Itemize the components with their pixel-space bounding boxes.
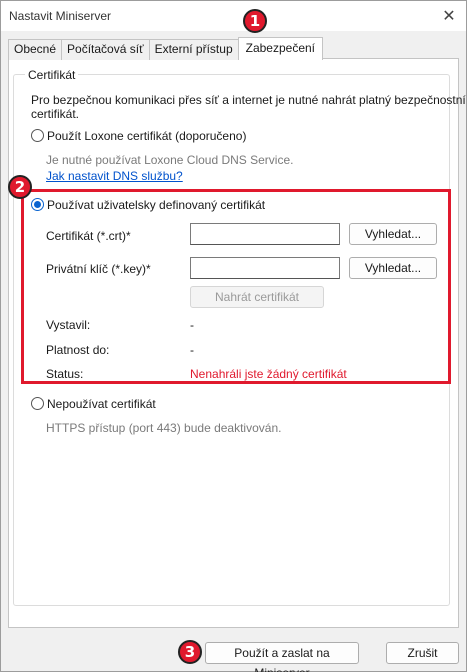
loxone-certificate-label[interactable]: Použít Loxone certifikát (doporučeno) [47,129,246,143]
certificate-file-label: Certifikát (*.crt)* [46,229,131,243]
certificate-group-legend: Certifikát [25,68,79,82]
certificate-file-input[interactable] [190,223,340,245]
window-title: Nastavit Miniserver [9,9,112,23]
custom-certificate-radio[interactable] [31,198,44,211]
annotation-badge-1: 1 [243,9,267,33]
issuer-value: - [190,318,194,332]
apply-send-button[interactable]: Použít a zaslat na Miniserver [205,642,359,672]
issuer-label: Vystavil: [46,318,91,332]
upload-certificate-button[interactable]: Nahrát certifikát [190,286,324,308]
tab-general[interactable]: Obecné [8,39,63,60]
tab-strip: Obecné Počítačová síť Externí přístup Za… [8,37,324,60]
intro-text-line2: certifikát. [31,107,80,121]
loxone-certificate-radio[interactable] [31,129,44,142]
custom-certificate-label[interactable]: Používat uživatelsky definovaný certifik… [47,198,265,212]
title-bar: Nastavit Miniserver ✕ [1,1,466,31]
intro-text-line1: Pro bezpečnou komunikaci přes síť a inte… [31,93,466,107]
validity-value: - [190,343,194,357]
no-certificate-label[interactable]: Nepoužívat certifikát [47,397,156,411]
tab-external-access[interactable]: Externí přístup [148,39,239,60]
browse-certificate-button[interactable]: Vyhledat... [349,223,437,245]
tab-security[interactable]: Zabezpečení [237,37,324,60]
browse-key-button[interactable]: Vyhledat... [349,257,437,279]
validity-label: Platnost do: [46,343,110,357]
no-certificate-note: HTTPS přístup (port 443) bude deaktivová… [46,421,282,435]
status-value: Nenahráli jste žádný certifikát [190,367,347,381]
private-key-label: Privátní klíč (*.key)* [46,262,151,276]
close-icon[interactable]: ✕ [440,7,458,25]
private-key-input[interactable] [190,257,340,279]
dns-help-link[interactable]: Jak nastavit DNS službu? [46,169,183,183]
status-label: Status: [46,367,84,381]
no-certificate-radio[interactable] [31,397,44,410]
tab-network[interactable]: Počítačová síť [61,39,150,60]
loxone-note: Je nutné používat Loxone Cloud DNS Servi… [46,153,294,167]
cancel-button[interactable]: Zrušit [386,642,459,664]
annotation-badge-2: 2 [8,175,32,199]
annotation-badge-3: 3 [178,640,202,664]
